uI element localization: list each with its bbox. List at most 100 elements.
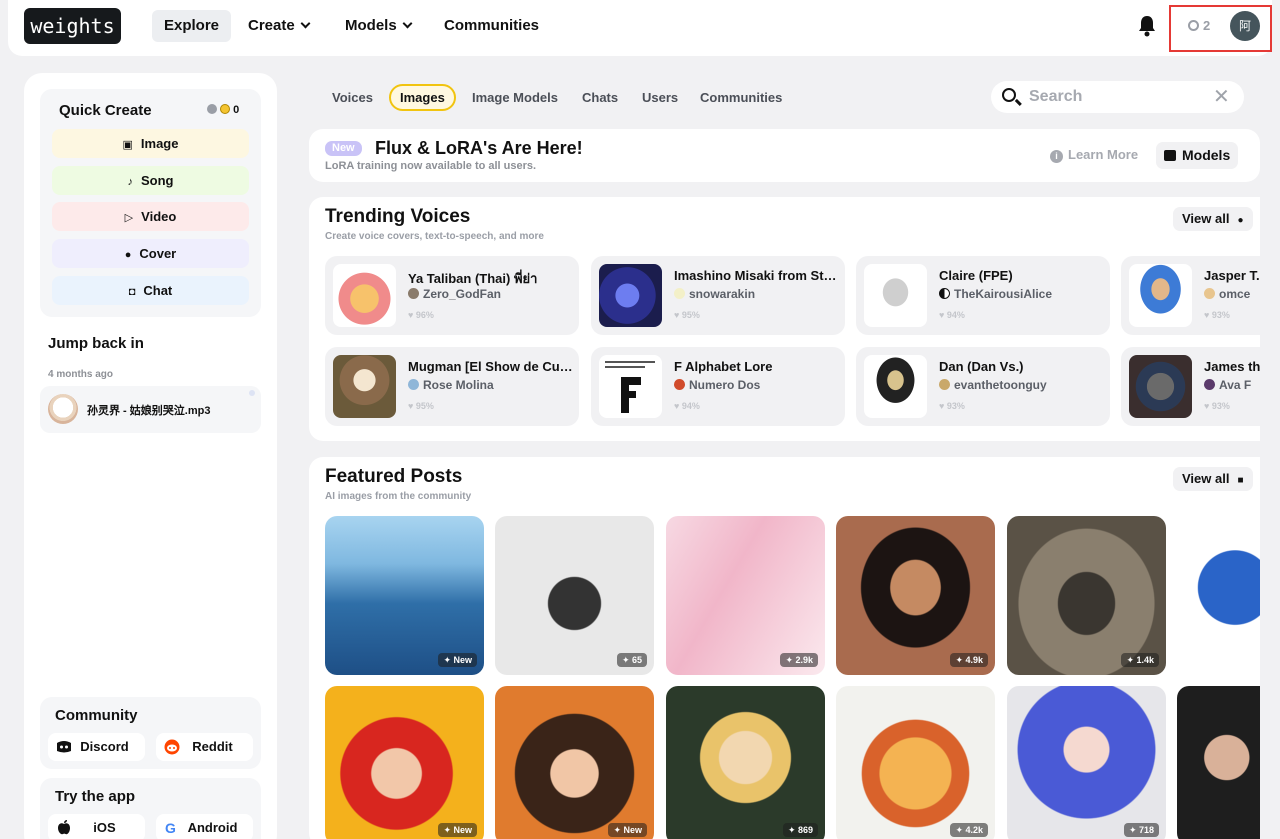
voice-likes-value: 93% (1211, 401, 1230, 411)
tab-image-models[interactable]: Image Models (462, 84, 568, 111)
recent-item-name: 孙灵界 - 姑娘别哭泣.mp3 (87, 405, 211, 417)
quick-create-cover-button[interactable]: ● Cover (52, 239, 249, 268)
post-card[interactable]: ✦ New (325, 516, 484, 675)
voice-card[interactable]: Jasper T. omce ♥ 93% (1121, 256, 1260, 335)
voice-user: Numero Dos (674, 378, 839, 392)
voice-card[interactable]: Mugman [El Show de Cuphead] Rose Molina … (325, 347, 579, 426)
post-card[interactable]: ✦ 4.2k (836, 686, 995, 839)
quick-create-image-button[interactable]: ▣ Image (52, 129, 249, 158)
voice-card[interactable]: Dan (Dan Vs.) evanthetoonguy ♥ 93% (856, 347, 1110, 426)
post-card[interactable]: ✦ 718 (1007, 686, 1166, 839)
post-stat: ✦ 718 (1123, 823, 1159, 837)
new-badge: New (325, 141, 362, 156)
nav-create[interactable]: Create (236, 10, 321, 42)
voice-likes-value: 93% (1211, 310, 1230, 320)
tab-images[interactable]: Images (389, 84, 456, 111)
user-avatar[interactable]: 阿 (1230, 11, 1260, 41)
models-label: Models (1182, 147, 1231, 163)
voice-card[interactable]: Ya Taliban (Thai) พี่ย่า Zero_GodFan ♥ 9… (325, 256, 579, 335)
trending-title: Trending Voices (325, 206, 471, 227)
chevron-down-icon (300, 18, 311, 29)
svg-text:G: G (165, 820, 176, 836)
learn-more-link[interactable]: i Learn More (1050, 147, 1138, 163)
post-card[interactable]: ✦ New (325, 686, 484, 839)
quick-create-coins: 0 (207, 104, 239, 116)
info-icon: i (1050, 150, 1063, 163)
voice-card[interactable]: James the Ava F ♥ 93% (1121, 347, 1260, 426)
bell-icon[interactable] (1138, 15, 1156, 37)
voice-card[interactable]: Claire (FPE) TheKairousiAlice ♥ 94% (856, 256, 1110, 335)
discord-button[interactable]: Discord (48, 733, 145, 761)
user-avatar (1204, 379, 1215, 390)
voice-user-name: Ava F (1219, 378, 1252, 392)
voice-likes: ♥ 93% (1204, 401, 1230, 411)
tab-communities[interactable]: Communities (690, 84, 792, 111)
voice-thumbnail (333, 264, 396, 327)
coin-gray-icon (207, 104, 217, 114)
featured-title: Featured Posts (325, 466, 463, 487)
post-card[interactable]: ✦ 1.4k (1007, 516, 1166, 675)
post-card[interactable]: ✦ 2.9k (666, 516, 825, 675)
user-avatar (939, 379, 950, 390)
post-card[interactable]: ✦ 869 (666, 686, 825, 839)
search-input[interactable] (1029, 85, 1209, 109)
voice-likes-value: 95% (415, 401, 434, 411)
jump-back-time: 4 months ago (48, 369, 114, 380)
voice-card[interactable]: Imashino Misaki from Stumble Guys snowar… (591, 256, 845, 335)
voice-likes-value: 93% (946, 401, 965, 411)
recent-item[interactable]: 孙灵界 - 姑娘别哭泣.mp3 (40, 386, 261, 433)
credits-value: 2 (1203, 18, 1211, 33)
post-stat: ✦ 1.4k (1121, 653, 1159, 667)
voice-thumbnail (864, 264, 927, 327)
voice-name: Dan (Dan Vs.) (939, 359, 1024, 374)
chat-icon: ◘ (128, 286, 136, 298)
tab-users[interactable]: Users (632, 84, 688, 111)
voice-likes-value: 95% (681, 310, 700, 320)
android-button[interactable]: G Android (156, 814, 253, 839)
post-stat: ✦ 4.9k (950, 653, 988, 667)
ios-button[interactable]: iOS (48, 814, 145, 839)
voice-thumbnail (864, 355, 927, 418)
voice-user-name: Numero Dos (689, 378, 761, 392)
post-card[interactable]: ✦ 4.9k (836, 516, 995, 675)
tab-voices[interactable]: Voices (322, 84, 383, 111)
nav-create-label: Create (248, 17, 295, 34)
reddit-button[interactable]: Reddit (156, 733, 253, 761)
quick-create-song-button[interactable]: ♪ Song (52, 166, 249, 195)
post-card[interactable] (1177, 686, 1260, 839)
models-button[interactable]: Models (1156, 142, 1239, 169)
post-card[interactable]: ✦ 65 (495, 516, 654, 675)
voice-likes: ♥ 95% (408, 401, 434, 411)
voice-card[interactable]: F Alphabet Lore Numero Dos ♥ 94% (591, 347, 845, 426)
user-avatar (674, 288, 685, 299)
qc-label: Video (141, 209, 177, 224)
letter-f-icon (605, 361, 655, 413)
credits-counter[interactable]: 2 (1188, 16, 1210, 36)
voice-user-name: omce (1219, 287, 1251, 301)
voice-name: Jasper T. (1204, 268, 1260, 283)
voice-user-name: evanthetoonguy (954, 378, 1047, 392)
tab-chats[interactable]: Chats (572, 84, 628, 111)
voice-likes-value: 94% (681, 401, 700, 411)
trending-view-all-button[interactable]: View all ● (1173, 207, 1253, 231)
voice-user: omce (1204, 287, 1260, 301)
user-avatar (408, 379, 419, 390)
nav-explore[interactable]: Explore (152, 10, 232, 42)
quick-create-panel: Quick Create 0 ▣ Image ♪ Song ▷ Video ● Cove… (40, 89, 261, 317)
nav-models[interactable]: Models (333, 10, 423, 42)
apple-icon (58, 820, 70, 835)
quick-create-video-button[interactable]: ▷ Video (52, 202, 249, 231)
weights-logo[interactable]: weights (24, 8, 121, 44)
voice-thumbnail (333, 355, 396, 418)
featured-view-all-button[interactable]: View all ■ (1173, 467, 1253, 491)
post-card[interactable] (1177, 516, 1260, 675)
featured-posts-section: Featured Posts AI images from the commun… (309, 457, 1260, 839)
announcement-banner: New Flux & LoRA's Are Here! LoRA trainin… (309, 129, 1260, 182)
voice-likes-value: 94% (946, 310, 965, 320)
voice-likes: ♥ 93% (939, 401, 965, 411)
post-card[interactable]: ✦ New (495, 686, 654, 839)
quick-create-title: Quick Create (59, 102, 152, 119)
nav-communities[interactable]: Communities (432, 10, 551, 42)
clear-search-icon[interactable]: ✕ (1213, 87, 1230, 107)
quick-create-chat-button[interactable]: ◘ Chat (52, 276, 249, 305)
